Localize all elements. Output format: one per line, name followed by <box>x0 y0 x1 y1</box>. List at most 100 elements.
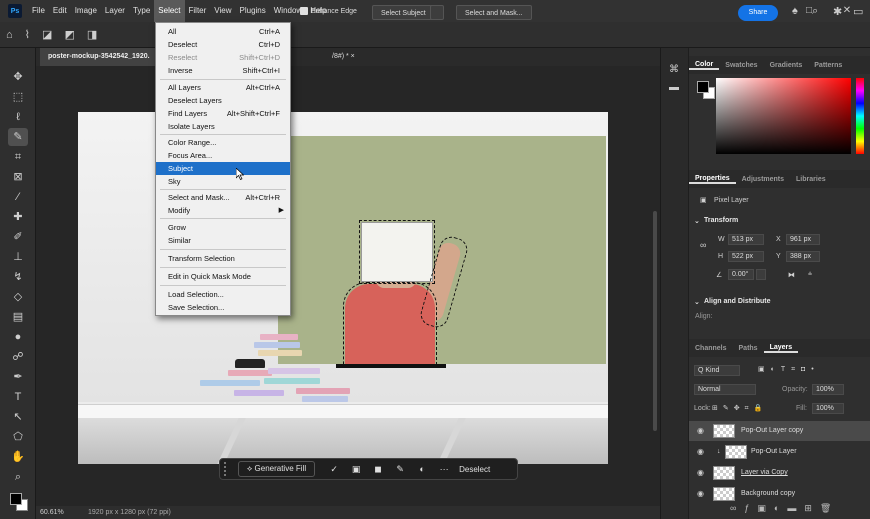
menu-item-similar[interactable]: Similar <box>156 234 290 247</box>
menu-item-deselect[interactable]: Deselect Ctrl+D <box>156 38 290 51</box>
zoom-level[interactable]: 60.61% <box>40 506 64 519</box>
menu-item-select-and-mask[interactable]: Select and Mask... Alt+Ctrl+R <box>156 191 290 204</box>
menu-item-load-selection[interactable]: Load Selection... <box>156 288 290 301</box>
layer-row[interactable]: ◉ Pop-Out Layer copy <box>689 421 870 441</box>
flip-vertical-icon[interactable]: ⩮ <box>808 271 812 279</box>
home-icon[interactable]: ⌂ <box>6 29 13 41</box>
share-button[interactable]: Share <box>738 5 778 21</box>
x-field[interactable]: 961 px <box>786 234 820 245</box>
blur-tool-icon[interactable]: ● <box>8 328 28 346</box>
tab-layers[interactable]: Layers <box>763 344 799 353</box>
width-field[interactable]: 513 px <box>728 234 764 245</box>
menu-item-deselect-layers[interactable]: Deselect Layers <box>156 94 290 107</box>
select-subject-dropdown[interactable] <box>430 5 444 20</box>
menu-item-focus-area[interactable]: Focus Area... <box>156 149 290 162</box>
visibility-eye-icon[interactable]: ◉ <box>697 484 704 504</box>
hand-tool-icon[interactable]: ✋ <box>8 448 28 466</box>
lock-icons[interactable]: ⊞✎✥⌗🔒 <box>712 404 767 413</box>
layer-row[interactable]: ◉ ↓ Pop-Out Layer <box>689 442 870 462</box>
visibility-eye-icon[interactable]: ◉ <box>697 442 704 462</box>
select-subject-button[interactable]: Select Subject <box>372 5 435 20</box>
deselect-button[interactable]: Deselect <box>459 465 490 474</box>
tab-properties[interactable]: Properties <box>689 175 736 184</box>
visibility-eye-icon[interactable]: ◉ <box>697 421 704 441</box>
drag-handle-icon[interactable] <box>224 462 234 476</box>
create-mask-icon[interactable]: ◼ <box>367 464 389 475</box>
menu-edit[interactable]: Edit <box>49 0 71 22</box>
menu-filter[interactable]: Filter <box>185 0 211 22</box>
frame-tool-icon[interactable]: ⊠ <box>8 168 28 186</box>
foreground-color-swatch[interactable] <box>10 493 22 505</box>
brush-tool-icon[interactable]: ✐ <box>8 228 28 246</box>
search-icon[interactable]: ⌕ <box>812 5 818 18</box>
comments-icon[interactable]: ▬ <box>669 82 679 93</box>
select-and-mask-button[interactable]: Select and Mask... <box>456 5 532 20</box>
vertical-scrollbar[interactable] <box>650 66 660 506</box>
angle-dropdown[interactable] <box>756 269 766 280</box>
menu-image[interactable]: Image <box>71 0 101 22</box>
tab-color[interactable]: Color <box>689 61 720 70</box>
height-field[interactable]: 522 px <box>728 251 764 262</box>
menu-item-sky[interactable]: Sky <box>156 175 290 188</box>
type-tool-icon[interactable]: T <box>8 388 28 406</box>
document-tab[interactable]: poster-mockup-3542542_1920. <box>40 48 158 66</box>
menu-item-isolate-layers[interactable]: Isolate Layers <box>156 120 290 133</box>
generative-fill-button[interactable]: ⟡ Generative Fill <box>238 461 316 477</box>
history-icon[interactable]: ⌘ <box>669 64 679 75</box>
menu-item-subject[interactable]: Subject <box>156 162 290 175</box>
blend-mode-select[interactable]: Normal <box>694 384 756 395</box>
flip-horizontal-icon[interactable]: ⧓ <box>788 271 795 279</box>
add-to-selection-icon[interactable]: ◩ <box>64 28 74 41</box>
path-selection-icon[interactable]: ↖ <box>8 408 28 426</box>
lasso-tool-icon[interactable]: ℓ <box>8 108 28 126</box>
menu-file[interactable]: File <box>28 0 49 22</box>
workspace-icon[interactable]: ▭ <box>853 5 863 18</box>
tab-gradients[interactable]: Gradients <box>764 62 809 69</box>
discover-icon[interactable]: ✱ <box>833 5 842 18</box>
menu-item-save-selection[interactable]: Save Selection... <box>156 301 290 314</box>
fill-selection-icon[interactable]: ✎ <box>389 464 411 475</box>
layer-row[interactable]: ◉ Background copy <box>689 484 870 504</box>
marquee-tool-icon[interactable]: ⬚ <box>8 88 28 106</box>
enhance-edge-checkbox[interactable]: Enhance Edge <box>300 7 357 15</box>
y-field[interactable]: 388 px <box>786 251 820 262</box>
angle-field[interactable]: 0.00° <box>728 269 754 280</box>
tab-paths[interactable]: Paths <box>733 345 764 352</box>
menu-select[interactable]: Select <box>154 0 185 22</box>
menu-item-all-layers[interactable]: All Layers Alt+Ctrl+A <box>156 81 290 94</box>
tab-adjustments[interactable]: Adjustments <box>736 176 790 183</box>
bell-icon[interactable]: ♠ <box>792 5 798 17</box>
hue-slider[interactable] <box>856 78 864 154</box>
layer-filter-icons[interactable]: ▣◐T⌗◘• <box>758 365 820 374</box>
new-selection-icon[interactable]: ◪ <box>42 28 52 41</box>
panel-foreground-swatch[interactable] <box>697 81 709 93</box>
document-tab-suffix[interactable]: /8#) * × <box>332 48 355 66</box>
eraser-tool-icon[interactable]: ◇ <box>8 288 28 306</box>
menu-item-color-range[interactable]: Color Range... <box>156 136 290 149</box>
color-picker-field[interactable] <box>716 78 851 154</box>
quick-selection-tool-icon[interactable]: ✎ <box>8 128 28 146</box>
crop-tool-icon[interactable]: ⌗ <box>8 148 28 166</box>
scrollbar-thumb[interactable] <box>653 211 657 431</box>
adjustment-layer-icon[interactable]: ◐ <box>411 464 433 474</box>
menu-layer[interactable]: Layer <box>101 0 129 22</box>
transform-chevron-icon[interactable]: ⌄ <box>694 217 700 225</box>
align-chevron-icon[interactable]: ⌄ <box>694 298 700 306</box>
menu-view[interactable]: View <box>210 0 235 22</box>
more-options-button[interactable]: ··· <box>433 464 455 474</box>
layer-row[interactable]: ◉ Layer via Copy <box>689 463 870 483</box>
layers-bottom-toolbar[interactable]: ∞ƒ▣◐▬⊞🗑 <box>730 503 839 514</box>
eyedropper-tool-icon[interactable]: ⁄ <box>8 188 28 206</box>
pen-tool-icon[interactable]: ✒ <box>8 368 28 386</box>
menu-item-quick-mask[interactable]: Edit in Quick Mask Mode <box>156 270 290 283</box>
menu-item-all[interactable]: All Ctrl+A <box>156 25 290 38</box>
opacity-field[interactable]: 100% <box>812 384 844 395</box>
modify-selection-icon[interactable]: ✓ <box>323 464 345 475</box>
select-mask-icon[interactable]: ▣ <box>345 464 367 475</box>
tab-swatches[interactable]: Swatches <box>719 62 763 69</box>
link-dimensions-icon[interactable]: ∞ <box>700 240 706 250</box>
menu-plugins[interactable]: Plugins <box>236 0 270 22</box>
healing-brush-icon[interactable]: ✚ <box>8 208 28 226</box>
shape-tool-icon[interactable]: ⬠ <box>8 428 28 446</box>
quick-selection-tool-preset-icon[interactable]: ⌇ <box>25 28 30 41</box>
